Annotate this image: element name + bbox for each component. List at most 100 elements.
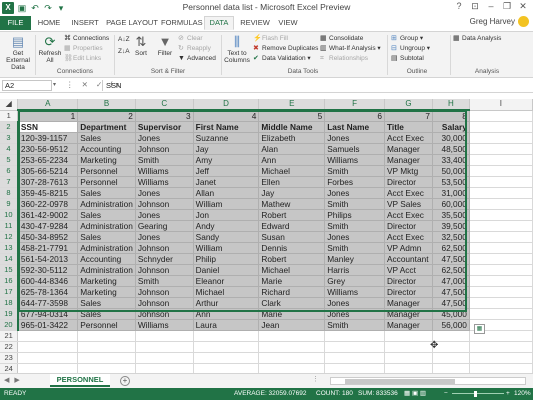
field-header-cell[interactable]: Supervisor	[135, 121, 194, 133]
cell[interactable]: 60,000	[432, 198, 470, 210]
cell[interactable]	[258, 363, 326, 373]
user-name[interactable]: Greg Harvey	[470, 17, 515, 26]
cell[interactable]: 6	[324, 110, 385, 122]
cell[interactable]: 2	[77, 110, 136, 122]
cell[interactable]	[469, 352, 533, 364]
cell[interactable]	[384, 341, 433, 353]
cell[interactable]: Personnel	[77, 319, 136, 331]
consolidate-button[interactable]: ▦ Consolidate	[320, 35, 363, 43]
cell[interactable]: Johnson	[135, 198, 194, 210]
field-header-cell[interactable]: SSN	[17, 121, 79, 133]
cell[interactable]: Accounting	[77, 143, 136, 155]
text-to-columns-button[interactable]: ⫼ Text to Columns	[223, 34, 251, 64]
cell[interactable]: 3	[135, 110, 194, 122]
cell[interactable]	[432, 352, 470, 364]
cell[interactable]: Smith	[324, 165, 385, 177]
column-header[interactable]: H	[432, 99, 470, 111]
cell[interactable]: Alan	[258, 143, 326, 155]
cell[interactable]: Personnel	[77, 165, 136, 177]
cell[interactable]	[469, 363, 533, 373]
close-button[interactable]: ✕	[515, 0, 531, 13]
cell[interactable]	[135, 341, 194, 353]
cell[interactable]	[193, 341, 260, 353]
row-header[interactable]: 22	[0, 341, 19, 353]
cell[interactable]: 307-28-7613	[17, 176, 79, 188]
row-header[interactable]: 10	[0, 209, 19, 221]
cell[interactable]	[469, 242, 533, 254]
cell[interactable]: Jay	[193, 143, 260, 155]
field-header-cell[interactable]: Title	[384, 121, 433, 133]
column-header[interactable]: I	[469, 99, 533, 111]
properties-button[interactable]: ▦ Properties	[64, 45, 103, 53]
cell[interactable]	[258, 341, 326, 353]
column-header[interactable]: A	[17, 99, 79, 111]
tab-home[interactable]: HOME	[34, 16, 64, 30]
cell[interactable]: 230-56-9512	[17, 143, 79, 155]
row-header[interactable]: 19	[0, 308, 19, 320]
cell[interactable]: Manager	[384, 308, 433, 320]
tab-splitter-icon[interactable]: ⋮	[312, 375, 319, 383]
cell[interactable]	[469, 220, 533, 232]
row-header[interactable]: 16	[0, 275, 19, 287]
formula-input[interactable]: SSN	[102, 80, 529, 91]
cell[interactable]: Jones	[324, 297, 385, 309]
cell[interactable]	[324, 341, 385, 353]
cell[interactable]	[258, 330, 326, 342]
cell[interactable]: Manager	[384, 319, 433, 331]
row-header[interactable]: 2	[0, 121, 19, 133]
cell[interactable]	[193, 363, 260, 373]
cell[interactable]	[469, 341, 533, 353]
cell[interactable]: Accounting	[77, 253, 136, 265]
cell[interactable]: Clark	[258, 297, 326, 309]
zoom-slider[interactable]	[452, 393, 504, 394]
cell[interactable]: William	[193, 242, 260, 254]
cell[interactable]	[258, 352, 326, 364]
cell[interactable]: Smith	[324, 198, 385, 210]
cell[interactable]	[469, 231, 533, 243]
cell[interactable]: Daniel	[193, 264, 260, 276]
cell[interactable]	[384, 352, 433, 364]
cell[interactable]: Marie	[258, 275, 326, 287]
cell[interactable]: Susan	[258, 231, 326, 243]
cell[interactable]: Jon	[193, 209, 260, 221]
cell[interactable]: Manager	[384, 297, 433, 309]
cell[interactable]: William	[193, 198, 260, 210]
cell[interactable]: 53,500	[432, 176, 470, 188]
cell[interactable]: 677-94-0314	[17, 308, 79, 320]
cell[interactable]: 47,500	[432, 297, 470, 309]
cell[interactable]: Michael	[258, 165, 326, 177]
worksheet-grid[interactable]: ◢ A B C D E F G H I 1 1 2 3 4 5 6 7 8 2 SSN Departm…	[0, 99, 533, 373]
field-header-cell[interactable]: Department	[77, 121, 136, 133]
cell[interactable]: Ann	[193, 308, 260, 320]
cell[interactable]: Jones	[135, 132, 194, 144]
cell[interactable]: Robert	[258, 253, 326, 265]
cell[interactable]: Johnson	[135, 264, 194, 276]
cell[interactable]	[469, 154, 533, 166]
tab-page-layout[interactable]: PAGE LAYOUT	[106, 16, 158, 30]
quick-analysis-icon[interactable]: ▦	[474, 324, 485, 334]
edit-links-button[interactable]: ⛓Edit Links	[64, 55, 101, 63]
cell[interactable]	[77, 330, 136, 342]
name-box-dropdown-icon[interactable]: ▾	[53, 81, 56, 88]
cell[interactable]	[135, 330, 194, 342]
cell[interactable]: Philips	[324, 209, 385, 221]
zoom-in-button[interactable]: +	[506, 388, 510, 400]
cell[interactable]: VP Mktg	[384, 165, 433, 177]
cell[interactable]: Personnel	[77, 176, 136, 188]
remove-duplicates-button[interactable]: ✖ Remove Duplicates	[253, 45, 318, 53]
cell[interactable]: 600-44-8346	[17, 275, 79, 287]
cell[interactable]	[135, 352, 194, 364]
cell[interactable]: Sales	[77, 132, 136, 144]
cell[interactable]: Grey	[324, 275, 385, 287]
cell[interactable]: Gearing	[135, 220, 194, 232]
cell[interactable]: Acct Exec	[384, 132, 433, 144]
filter-button[interactable]: ▼ Filter	[154, 34, 176, 57]
field-header-cell[interactable]: Middle Name	[258, 121, 326, 133]
row-header[interactable]: 9	[0, 198, 19, 210]
cell[interactable]: Marketing	[77, 275, 136, 287]
cell[interactable]: Accountant	[384, 253, 433, 265]
cell[interactable]	[469, 253, 533, 265]
cell[interactable]: Sales	[77, 187, 136, 199]
field-header-cell[interactable]: Last Name	[324, 121, 385, 133]
cell[interactable]: 50,000	[432, 165, 470, 177]
